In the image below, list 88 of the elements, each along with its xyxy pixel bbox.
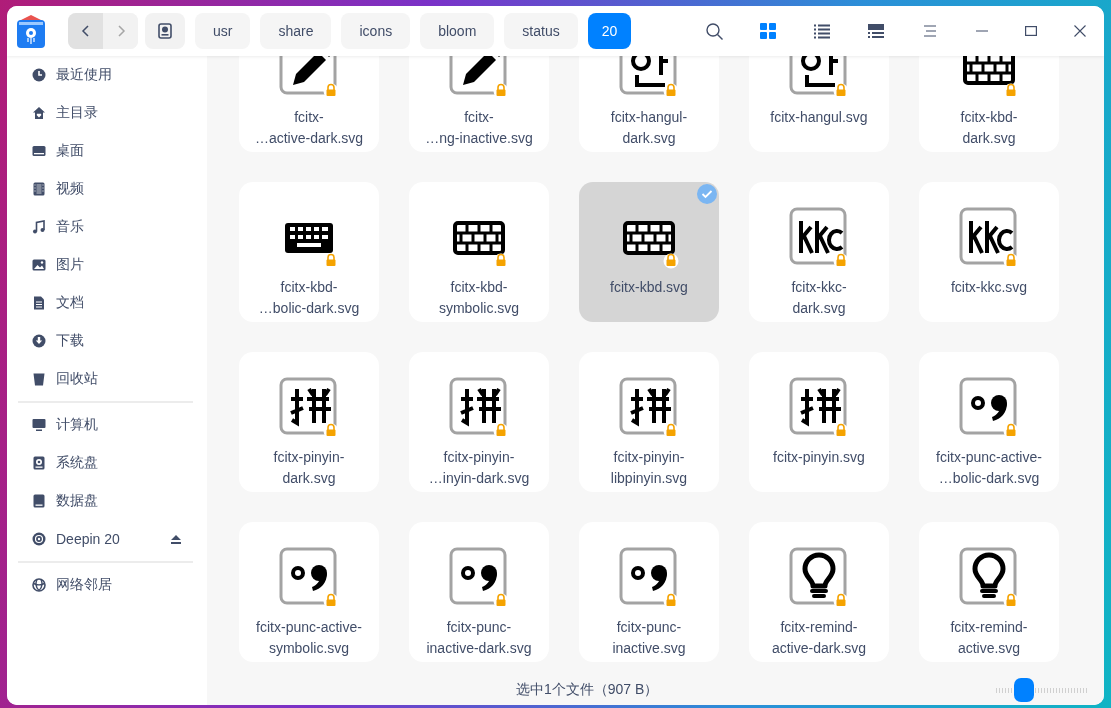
- file-name: fcitx-kkc.svg: [949, 278, 1029, 297]
- file-item[interactable]: fcitx-punc-active- …bolic-dark.svg: [919, 352, 1059, 492]
- globe-icon: [32, 578, 46, 592]
- menu-icon: [923, 25, 937, 37]
- file-name: fcitx- …ng-inactive.svg: [424, 108, 534, 148]
- file-manager-logo: [17, 14, 45, 48]
- breadcrumb[interactable]: 20: [587, 13, 632, 49]
- file-item[interactable]: fcitx-kbd.svg: [579, 182, 719, 322]
- file-name: fcitx-kbd.svg: [609, 278, 689, 297]
- sidebar-item[interactable]: 网络邻居: [18, 566, 193, 604]
- sidebar-item[interactable]: 图片: [18, 246, 193, 284]
- file-item[interactable]: fcitx-kbd- dark.svg: [919, 56, 1059, 152]
- file-item[interactable]: fcitx-pinyin- libpinyin.svg: [579, 352, 719, 492]
- sidebar-item[interactable]: 视频: [18, 170, 193, 208]
- file-name: fcitx-remind- active-dark.svg: [770, 618, 868, 658]
- computer-icon: [32, 418, 46, 432]
- sidebar-item[interactable]: 回收站: [18, 360, 193, 398]
- file-item[interactable]: fcitx-hangul.svg: [749, 56, 889, 152]
- maximize-icon: [1024, 26, 1037, 36]
- breadcrumb[interactable]: status: [504, 13, 578, 49]
- list-view-icon: [814, 23, 830, 39]
- sidebar-item[interactable]: 音乐: [18, 208, 193, 246]
- sidebar-item[interactable]: 下载: [18, 322, 193, 360]
- file-item[interactable]: fcitx-kbd- …bolic-dark.svg: [239, 182, 379, 322]
- file-name: fcitx-punc-active- symbolic.svg: [255, 618, 363, 658]
- file-item[interactable]: fcitx- …ng-inactive.svg: [409, 56, 549, 152]
- monitor-icon: [32, 144, 46, 158]
- file-item[interactable]: fcitx-pinyin.svg: [749, 352, 889, 492]
- file-name: fcitx-hangul.svg: [769, 108, 869, 127]
- file-name: fcitx-punc-active- …bolic-dark.svg: [935, 448, 1043, 488]
- file-name: fcitx- …active-dark.svg: [253, 108, 365, 148]
- download-icon: [32, 334, 46, 348]
- grid-view-icon: [760, 23, 776, 39]
- film-icon: [32, 182, 46, 196]
- minimize-icon: [975, 30, 988, 32]
- file-name: fcitx-hangul- dark.svg: [609, 108, 689, 148]
- sidebar-item[interactable]: 计算机: [18, 406, 193, 444]
- disk-button[interactable]: [145, 13, 185, 49]
- sidebar-item[interactable]: 文档: [18, 284, 193, 322]
- image-icon: [32, 258, 46, 272]
- file-item[interactable]: fcitx-punc- inactive-dark.svg: [409, 522, 549, 662]
- search-icon: [705, 22, 723, 40]
- file-item[interactable]: fcitx-pinyin- dark.svg: [239, 352, 379, 492]
- back-button[interactable]: [68, 13, 103, 49]
- file-name: fcitx-pinyin- libpinyin.svg: [609, 448, 689, 488]
- breadcrumb[interactable]: bloom: [420, 13, 495, 49]
- breadcrumb[interactable]: share: [260, 13, 332, 49]
- sidebar-item[interactable]: 数据盘: [18, 482, 193, 520]
- file-item[interactable]: fcitx-kkc.svg: [919, 182, 1059, 322]
- file-item[interactable]: fcitx-remind- active-dark.svg: [749, 522, 889, 662]
- sidebar-item[interactable]: Deepin 20: [18, 520, 193, 558]
- file-name: fcitx-kbd- symbolic.svg: [437, 278, 521, 318]
- sidebar-item[interactable]: 最近使用: [18, 56, 193, 94]
- slider-thumb[interactable]: [1013, 678, 1034, 702]
- file-name: fcitx-pinyin- dark.svg: [272, 448, 346, 488]
- file-item[interactable]: fcitx- …active-dark.svg: [239, 56, 379, 152]
- selection-status: 选中1个文件（907 B）: [516, 681, 659, 699]
- sidebar-item[interactable]: 桌面: [18, 132, 193, 170]
- sidebar-item[interactable]: 主目录: [18, 94, 193, 132]
- trash-icon: [32, 372, 46, 386]
- file-name: fcitx-pinyin- …inyin-dark.svg: [427, 448, 531, 488]
- file-item[interactable]: fcitx-remind- active.svg: [919, 522, 1059, 662]
- file-name: fcitx-pinyin.svg: [772, 448, 866, 467]
- checkmark-icon: [697, 184, 717, 204]
- disc-icon: [32, 532, 46, 546]
- columns-view-icon: [868, 23, 884, 39]
- house-icon: [32, 106, 46, 120]
- close-icon: [1073, 25, 1086, 37]
- file-name: fcitx-kbd- dark.svg: [959, 108, 1019, 148]
- file-item[interactable]: fcitx-kkc- dark.svg: [749, 182, 889, 322]
- file-item[interactable]: fcitx-pinyin- …inyin-dark.svg: [409, 352, 549, 492]
- clock-icon: [32, 68, 46, 82]
- file-item[interactable]: fcitx-punc- inactive.svg: [579, 522, 719, 662]
- file-item[interactable]: fcitx-hangul- dark.svg: [579, 56, 719, 152]
- file-name: fcitx-punc- inactive.svg: [611, 618, 687, 658]
- file-name: fcitx-remind- active.svg: [949, 618, 1029, 658]
- sidebar-item[interactable]: 系统盘: [18, 444, 193, 482]
- eject-icon[interactable]: [171, 534, 181, 544]
- file-item[interactable]: fcitx-kbd- symbolic.svg: [409, 182, 549, 322]
- music-note-icon: [32, 220, 46, 234]
- breadcrumb[interactable]: icons: [341, 13, 411, 49]
- zoom-slider[interactable]: [996, 678, 1087, 702]
- file-name: fcitx-kbd- …bolic-dark.svg: [257, 278, 361, 318]
- file-item[interactable]: fcitx-punc-active- symbolic.svg: [239, 522, 379, 662]
- file-name: fcitx-punc- inactive-dark.svg: [425, 618, 533, 658]
- document-icon: [32, 296, 46, 310]
- file-name: fcitx-kkc- dark.svg: [790, 278, 848, 318]
- breadcrumb[interactable]: usr: [195, 13, 251, 49]
